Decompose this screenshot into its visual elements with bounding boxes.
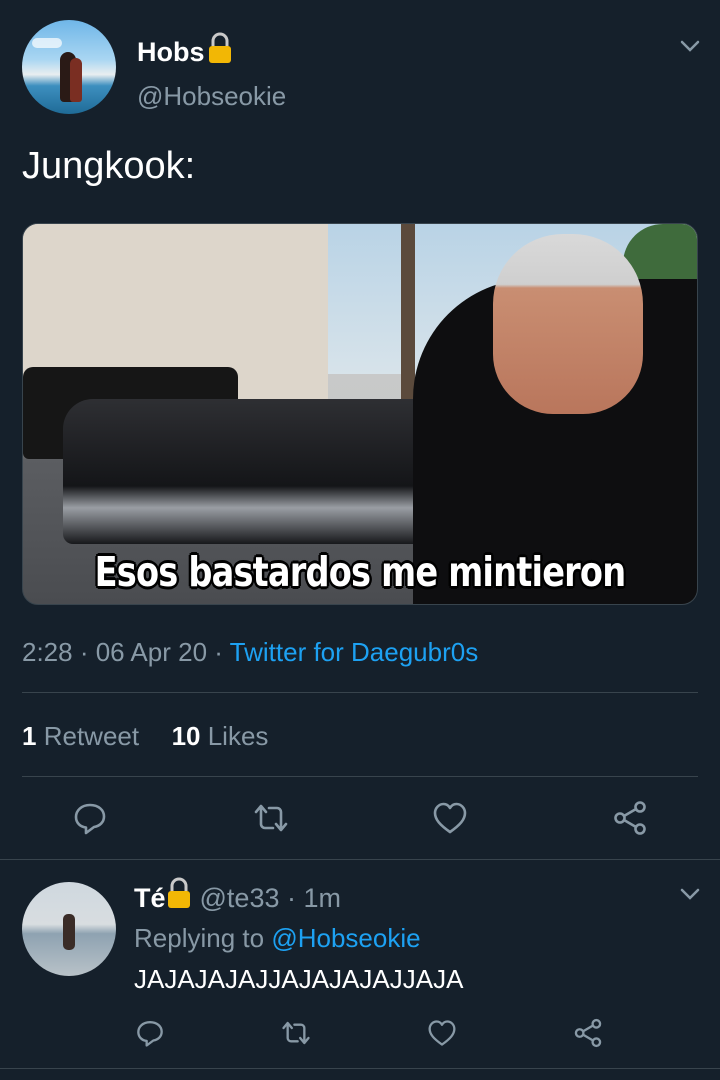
tweet-date: 06 Apr 20: [95, 637, 208, 667]
reply-text: JAJAJAJAJJAJAJAJAJJAJA: [134, 964, 464, 994]
image-person-head: [493, 234, 643, 414]
retweet-button[interactable]: [251, 798, 291, 838]
divider: [22, 692, 698, 693]
chevron-down-icon[interactable]: [678, 882, 702, 906]
like-icon: [433, 802, 467, 834]
image-car: [63, 399, 443, 544]
likes-stat[interactable]: 10 Likes: [172, 721, 269, 751]
share-icon: [614, 801, 646, 835]
meme-caption: Esos bastardos me mintieron: [94, 548, 627, 596]
lock-icon: [207, 32, 233, 72]
display-name-text: Hobs: [137, 37, 205, 67]
reply-display-name: Té: [134, 882, 166, 913]
tweet-meta: 2:28 · 06 Apr 20 · Twitter for Daegubr0s: [22, 634, 478, 670]
meta-separator: ·: [207, 637, 230, 667]
retweets-stat[interactable]: 1 Retweet: [22, 721, 139, 751]
retweet-icon: [254, 804, 288, 832]
reply-handle-time: @te33 · 1m: [199, 882, 341, 913]
tweet-stats: 1 Retweet 10 Likes: [22, 719, 268, 753]
reply-button[interactable]: [70, 798, 110, 838]
avatar[interactable]: [22, 20, 116, 114]
chevron-down-icon[interactable]: [678, 34, 702, 58]
tweet-media-image[interactable]: Esos bastardos me mintieron: [22, 223, 698, 605]
display-name[interactable]: Hobs: [137, 32, 233, 72]
like-icon: [428, 1020, 456, 1046]
lock-icon: [166, 877, 192, 918]
replying-prefix: Replying to: [134, 923, 272, 953]
reply-header[interactable]: Té @te33 · 1m: [134, 877, 341, 918]
share-button[interactable]: [568, 1013, 608, 1053]
tweet-text: Jungkook:: [22, 145, 196, 187]
reply-button[interactable]: [130, 1013, 170, 1053]
divider: [0, 1068, 720, 1069]
share-icon: [574, 1018, 602, 1048]
reply-avatar[interactable]: [22, 882, 116, 976]
user-handle[interactable]: @Hobseokie: [137, 80, 286, 112]
divider: [22, 776, 698, 777]
replying-to: Replying to @Hobseokie: [134, 920, 421, 956]
retweet-button[interactable]: [276, 1013, 316, 1053]
likes-label: Likes: [207, 721, 269, 751]
meta-separator: ·: [72, 637, 96, 667]
retweets-label: Retweet: [43, 721, 140, 751]
avatar-figure: [70, 58, 82, 102]
replying-mention-link[interactable]: @Hobseokie: [271, 923, 420, 953]
divider: [0, 859, 720, 860]
like-button[interactable]: [422, 1013, 462, 1053]
retweets-count: 1: [22, 721, 37, 751]
reply-icon: [137, 1021, 163, 1047]
like-button[interactable]: [430, 798, 470, 838]
likes-count: 10: [171, 721, 201, 751]
share-button[interactable]: [610, 798, 650, 838]
retweet-icon: [282, 1021, 310, 1045]
tweet-time: 2:28: [22, 637, 73, 667]
avatar-cloud: [32, 38, 62, 48]
reply-icon: [74, 803, 106, 835]
tweet-source-link[interactable]: Twitter for Daegubr0s: [230, 637, 479, 667]
avatar-figure: [63, 914, 75, 950]
